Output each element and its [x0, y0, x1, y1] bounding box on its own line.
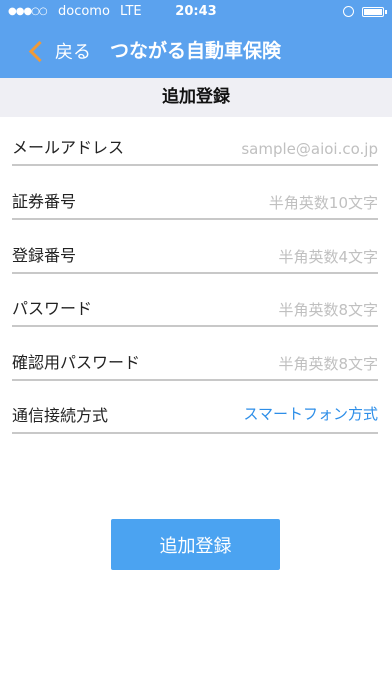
password-field[interactable]: [178, 301, 378, 319]
policy-number-field[interactable]: [178, 194, 378, 212]
alarm-icon: [343, 6, 354, 17]
policy-number-label: 証券番号: [12, 192, 77, 211]
email-row: メールアドレス: [12, 124, 378, 166]
confirm-password-row: 確認用パスワード: [12, 339, 378, 381]
registration-number-label: 登録番号: [12, 246, 77, 265]
password-row: パスワード: [12, 285, 378, 327]
confirm-password-label: 確認用パスワード: [12, 353, 141, 372]
status-time: 20:43: [175, 4, 217, 19]
email-label: メールアドレス: [12, 138, 125, 157]
connection-method-label: 通信接続方式: [12, 406, 109, 425]
password-label: パスワード: [12, 299, 93, 318]
chevron-left-icon: [28, 40, 51, 62]
page-title: つながる自動車保険: [110, 40, 282, 62]
status-bar: ●●●○○ docomo LTE 20:43: [0, 0, 392, 24]
connection-method-select[interactable]: スマートフォン方式: [243, 403, 378, 424]
confirm-password-field[interactable]: [178, 355, 378, 373]
navigation-bar: 戻る つながる自動車保険: [0, 24, 392, 78]
registration-number-field[interactable]: [178, 248, 378, 266]
registration-number-row: 登録番号: [12, 232, 378, 274]
add-registration-button[interactable]: 追加登録: [111, 519, 280, 570]
connection-method-row: 通信接続方式 スマートフォン方式: [12, 392, 378, 434]
back-label: 戻る: [55, 42, 91, 63]
app-header: ●●●○○ docomo LTE 20:43 戻る つながる自動車保険: [0, 0, 392, 78]
policy-number-row: 証券番号: [12, 178, 378, 220]
back-button[interactable]: 戻る: [28, 36, 91, 66]
section-title: 追加登録: [0, 78, 392, 117]
email-field[interactable]: [178, 140, 378, 158]
battery-icon: [362, 7, 387, 17]
